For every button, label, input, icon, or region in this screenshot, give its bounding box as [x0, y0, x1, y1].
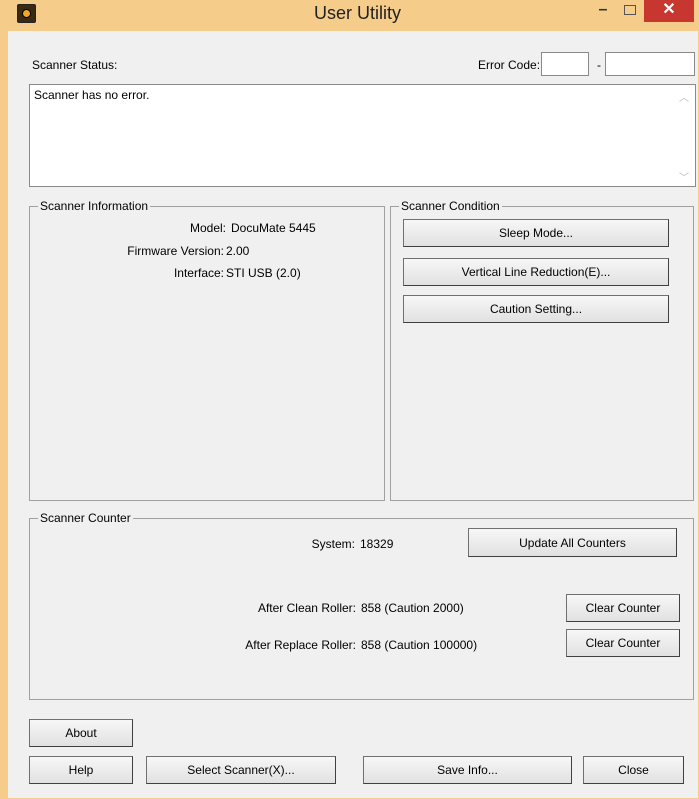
close-button[interactable]: Close	[583, 756, 684, 784]
error-code-separator: -	[597, 58, 601, 72]
update-all-counters-button[interactable]: Update All Counters	[468, 528, 677, 557]
scanner-information-group: Scanner Information Model: DocuMate 5445…	[29, 199, 385, 501]
after-replace-roller-value: 858 (Caution 100000)	[361, 638, 478, 652]
title-bar[interactable]: User Utility – ✕	[8, 0, 699, 31]
after-replace-roller-label: After Replace Roller:	[245, 638, 356, 652]
status-message: Scanner has no error.	[34, 88, 150, 102]
clear-clean-roller-counter-button[interactable]: Clear Counter	[566, 594, 680, 622]
close-window-button[interactable]: ✕	[644, 0, 694, 22]
save-info-button[interactable]: Save Info...	[363, 756, 572, 784]
error-code-field-1[interactable]	[541, 52, 589, 76]
scanner-counter-group: Scanner Counter System: 18329 Update All…	[29, 511, 694, 700]
system-counter-value: 18329	[360, 537, 394, 551]
maximize-icon	[624, 5, 636, 15]
scroll-up-icon[interactable]: ︿	[679, 89, 689, 104]
after-clean-roller-label: After Clean Roller:	[257, 601, 356, 615]
vertical-line-reduction-button[interactable]: Vertical Line Reduction(E)...	[403, 258, 669, 286]
interface-label: Interface:	[173, 266, 224, 280]
caution-setting-button[interactable]: Caution Setting...	[403, 295, 669, 323]
status-message-box[interactable]: Scanner has no error. ︿ ﹀	[29, 84, 696, 187]
scanner-condition-title: Scanner Condition	[399, 199, 502, 213]
minimize-button[interactable]: –	[590, 0, 616, 22]
scanner-counter-title: Scanner Counter	[38, 511, 133, 525]
after-clean-roller-value: 858 (Caution 2000)	[361, 601, 464, 615]
scanner-status-label: Scanner Status:	[32, 58, 118, 72]
clear-replace-roller-counter-button[interactable]: Clear Counter	[566, 629, 680, 657]
model-label: Model:	[189, 221, 226, 235]
scanner-condition-group: Scanner Condition Sleep Mode... Vertical…	[390, 199, 694, 501]
system-counter-label: System:	[311, 537, 355, 551]
firmware-version-value: 2.00	[226, 244, 250, 258]
select-scanner-button[interactable]: Select Scanner(X)...	[146, 756, 336, 784]
scanner-information-title: Scanner Information	[38, 199, 151, 213]
help-button[interactable]: Help	[29, 756, 133, 784]
maximize-button[interactable]	[617, 0, 643, 22]
sleep-mode-button[interactable]: Sleep Mode...	[403, 219, 669, 247]
error-code-label: Error Code:	[478, 58, 541, 72]
about-button[interactable]: About	[29, 719, 133, 747]
user-utility-window: User Utility – ✕ Scanner Status: Error C…	[0, 0, 699, 799]
interface-value: STI USB (2.0)	[226, 266, 301, 280]
firmware-version-label: Firmware Version:	[127, 244, 224, 258]
error-code-field-2[interactable]	[605, 52, 695, 76]
model-value: DocuMate 5445	[231, 221, 316, 235]
scroll-down-icon[interactable]: ﹀	[679, 169, 689, 184]
